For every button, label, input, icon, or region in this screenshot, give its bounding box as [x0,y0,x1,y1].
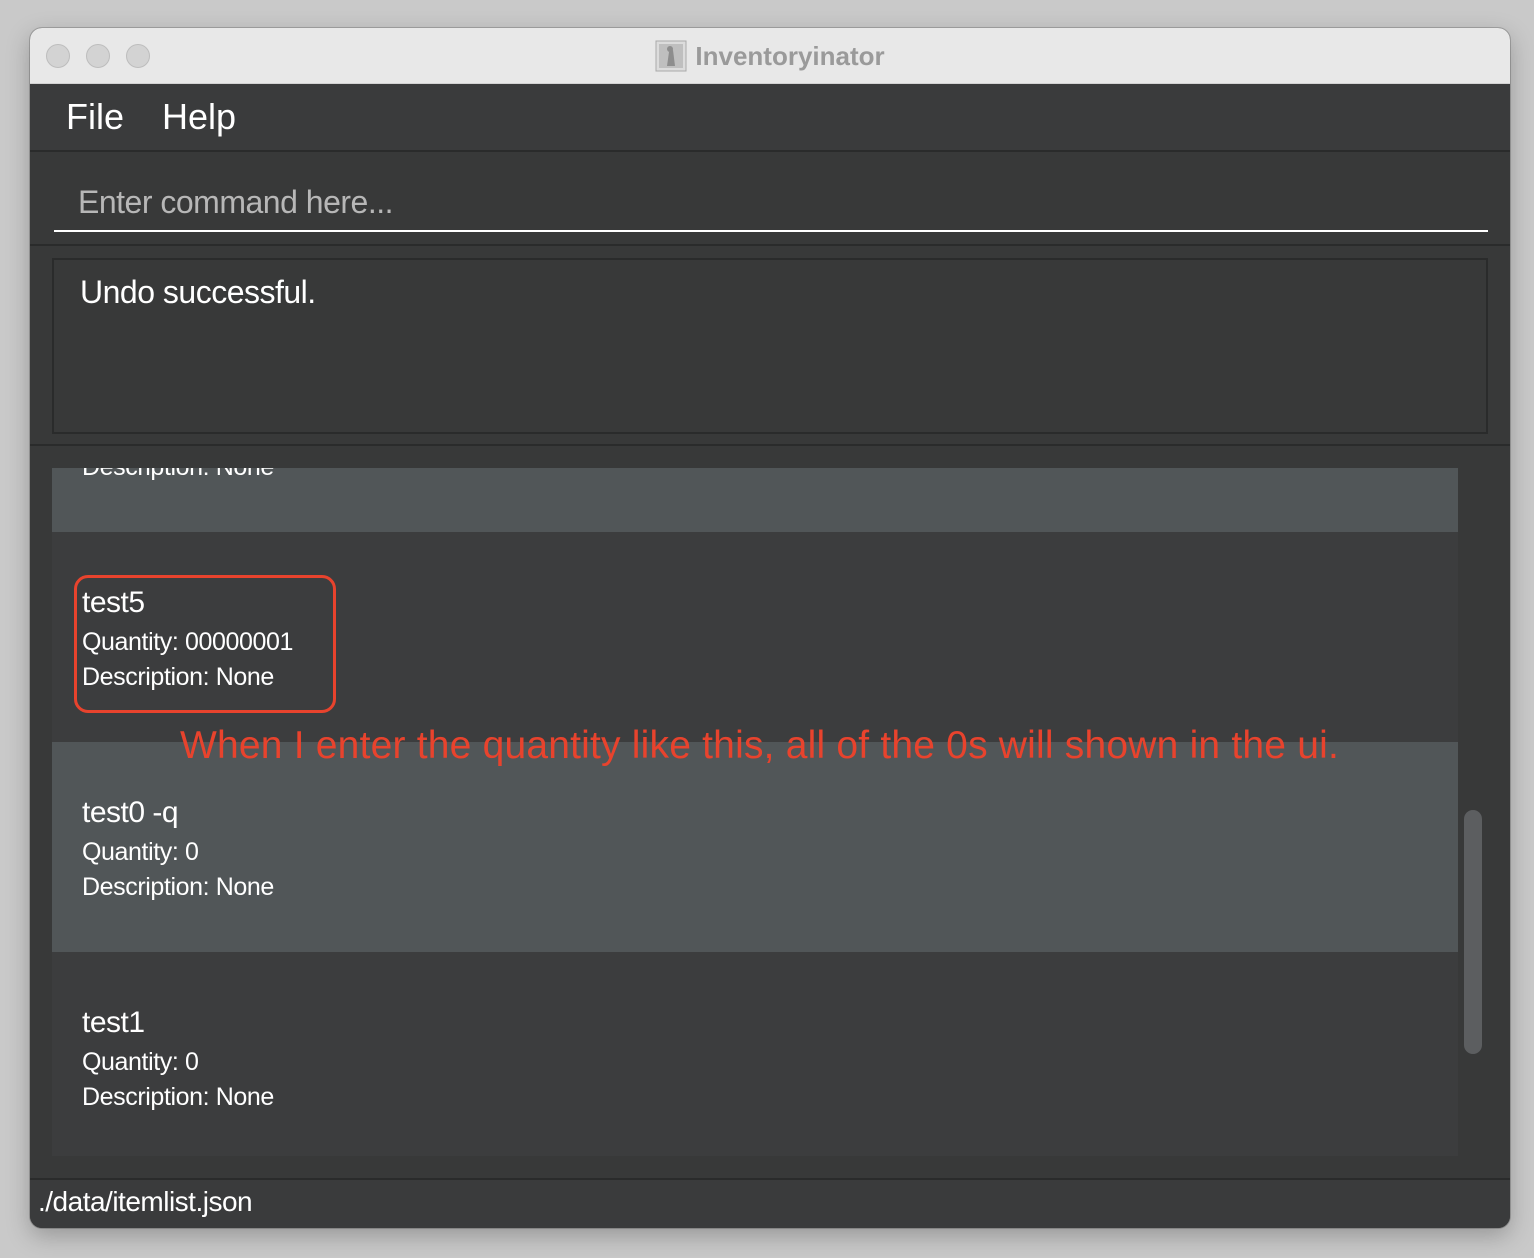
item-description: Description: None [82,468,274,482]
item-description: Description: None [82,873,274,901]
result-divider [30,444,1510,446]
result-message: Undo successful. [80,274,316,310]
menu-help[interactable]: Help [162,94,236,140]
scrollbar-thumb[interactable] [1464,810,1482,1054]
list-scrollbar[interactable] [1460,468,1484,1156]
menu-bar: File Help [30,84,1510,150]
title-bar[interactable]: Inventoryinator [30,28,1510,84]
item-card[interactable]: test5 Quantity: 00000001 Description: No… [52,532,1458,742]
item-card[interactable]: test1 Quantity: 0 Description: None [52,952,1458,1156]
item-description: Description: None [82,663,274,691]
item-name: test1 [82,1006,145,1039]
status-file-path: ./data/itemlist.json [38,1186,253,1217]
item-quantity: Quantity: 0 [82,838,199,866]
item-name: test0 -q [82,796,179,829]
menu-file[interactable]: File [66,94,124,140]
command-box [30,152,1510,244]
status-bar: ./data/itemlist.json [30,1178,1510,1228]
app-icon [655,40,687,72]
annotation-text: When I enter the quantity like this, all… [180,724,1339,767]
window-title: Inventoryinator [695,40,885,71]
item-quantity: Quantity: 0 [82,1048,199,1076]
item-name: test5 [82,586,145,619]
item-card[interactable]: Description: None [52,468,1458,532]
item-quantity: Quantity: 00000001 [82,628,294,656]
command-input[interactable] [54,174,1488,232]
title-group: Inventoryinator [30,38,1510,74]
result-display: Undo successful. [52,258,1488,434]
item-description: Description: None [82,1083,274,1111]
app-window: Inventoryinator File Help Undo successfu… [30,28,1510,1228]
item-list[interactable]: Description: None test5 Quantity: 000000… [52,468,1458,1156]
item-card[interactable]: test0 -q Quantity: 0 Description: None [52,742,1458,952]
command-divider [30,244,1510,246]
